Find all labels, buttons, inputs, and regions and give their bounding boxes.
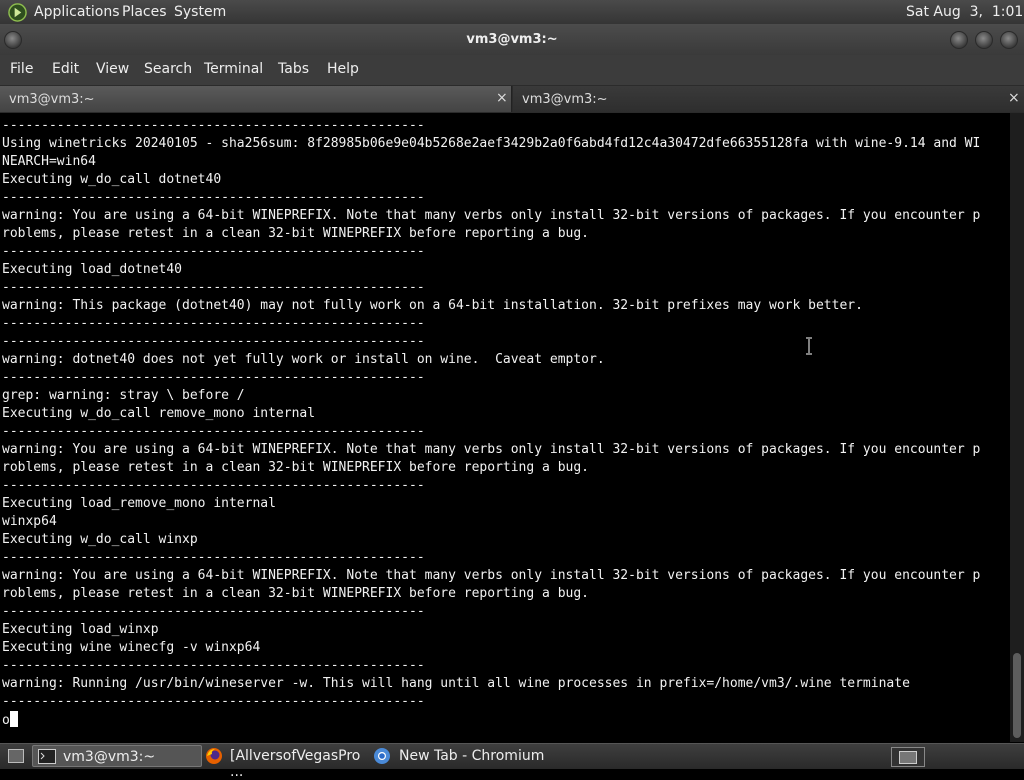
menu-view[interactable]: View	[96, 61, 129, 77]
tab-label: vm3@vm3:~	[9, 92, 95, 107]
firefox-icon	[206, 748, 222, 764]
applications-menu[interactable]: Applications	[34, 4, 120, 20]
terminal-line: ----------------------------------------…	[2, 694, 425, 709]
places-menu[interactable]: Places	[122, 4, 167, 20]
terminal-line: ----------------------------------------…	[2, 550, 425, 565]
terminal-line: Executing w_do_call remove_mono internal	[2, 406, 316, 421]
terminal-line: ----------------------------------------…	[2, 118, 425, 133]
tab-terminal-1[interactable]: vm3@vm3:~ ×	[0, 86, 512, 112]
tab-bar: vm3@vm3:~ × vm3@vm3:~ ×	[0, 85, 1024, 113]
terminal-lines: ----------------------------------------…	[2, 117, 980, 730]
terminal-line: Executing wine winecfg -v winxp64	[2, 640, 261, 655]
menu-file[interactable]: File	[10, 61, 33, 77]
terminal-line: ----------------------------------------…	[2, 658, 425, 673]
taskbar-item-terminal[interactable]: vm3@vm3:~	[32, 745, 202, 767]
terminal-line: roblems, please retest in a clean 32-bit…	[2, 460, 589, 475]
top-panel: Applications Places System Sat Aug 3, 1:…	[0, 0, 1024, 24]
window-titlebar[interactable]: vm3@vm3:~	[0, 24, 1024, 55]
taskbar-label: New Tab - Chromium	[399, 748, 545, 764]
terminal-line: roblems, please retest in a clean 32-bit…	[2, 226, 589, 241]
terminal-line: ----------------------------------------…	[2, 316, 425, 331]
terminal-line: ----------------------------------------…	[2, 244, 425, 259]
terminal-input[interactable]: o	[2, 713, 10, 728]
menu-help[interactable]: Help	[327, 61, 359, 77]
window-title: vm3@vm3:~	[466, 32, 558, 47]
menu-terminal[interactable]: Terminal	[204, 61, 263, 77]
terminal-line: ----------------------------------------…	[2, 370, 425, 385]
taskbar-label: vm3@vm3:~	[63, 749, 156, 765]
ibeam-cursor-icon	[806, 337, 812, 355]
taskbar-item-chromium[interactable]: New Tab - Chromium	[371, 745, 571, 767]
gnome-foot-icon[interactable]	[8, 3, 27, 22]
scrollbar-thumb[interactable]	[1013, 653, 1021, 738]
terminal-line: ----------------------------------------…	[2, 190, 425, 205]
workspace-switcher[interactable]	[891, 747, 925, 767]
taskbar-item-firefox[interactable]: [AllversofVegasPro ...	[203, 745, 369, 780]
menu-search[interactable]: Search	[144, 61, 192, 77]
terminal-line: roblems, please retest in a clean 32-bit…	[2, 586, 589, 601]
clock[interactable]: Sat Aug 3, 1:01 PM	[906, 4, 1024, 20]
terminal-line: ----------------------------------------…	[2, 604, 425, 619]
tab-label: vm3@vm3:~	[522, 92, 608, 107]
workspace-window-preview	[899, 751, 917, 764]
maximize-button[interactable]	[975, 31, 993, 49]
terminal-icon	[38, 749, 56, 764]
terminal-line: Executing load_dotnet40	[2, 262, 183, 277]
menu-edit[interactable]: Edit	[52, 61, 79, 77]
show-desktop-icon[interactable]	[8, 749, 24, 763]
menubar: File Edit View Search Terminal Tabs Help	[0, 55, 1024, 85]
minimize-button[interactable]	[950, 31, 968, 49]
bottom-panel: vm3@vm3:~ [AllversofVegasPro ... New Tab…	[0, 743, 1024, 780]
terminal-line: warning: dotnet40 does not yet fully wor…	[2, 352, 605, 367]
terminal-line: ----------------------------------------…	[2, 280, 425, 295]
close-button[interactable]	[1000, 31, 1018, 49]
terminal-prompt[interactable]: o	[2, 711, 980, 730]
chromium-icon	[374, 748, 390, 764]
terminal-line: ----------------------------------------…	[2, 478, 425, 493]
terminal-line: warning: Running /usr/bin/wineserver -w.…	[2, 676, 910, 691]
terminal-output[interactable]: ----------------------------------------…	[0, 113, 1010, 742]
terminal-line: ----------------------------------------…	[2, 424, 425, 439]
terminal-line: warning: You are using a 64-bit WINEPREF…	[2, 442, 981, 457]
terminal-line: Executing load_winxp	[2, 622, 159, 637]
terminal-line: Executing load_remove_mono internal	[2, 496, 276, 511]
tab-terminal-2[interactable]: vm3@vm3:~ ×	[513, 86, 1024, 112]
terminal-line: grep: warning: stray \ before /	[2, 388, 245, 403]
terminal-line: ----------------------------------------…	[2, 334, 425, 349]
system-menu[interactable]: System	[174, 4, 226, 20]
menu-tabs[interactable]: Tabs	[278, 61, 309, 77]
text-cursor	[9, 711, 18, 727]
terminal-line: NEARCH=win64	[2, 154, 96, 169]
terminal-line: Executing w_do_call winxp	[2, 532, 198, 547]
terminal-line: winxp64	[2, 514, 57, 529]
tab-close-icon[interactable]: ×	[496, 90, 508, 106]
terminal-line: Executing w_do_call dotnet40	[2, 172, 222, 187]
tab-close-icon[interactable]: ×	[1008, 90, 1020, 106]
terminal-line: warning: You are using a 64-bit WINEPREF…	[2, 208, 981, 223]
terminal-line: warning: You are using a 64-bit WINEPREF…	[2, 568, 981, 583]
terminal-line: Using winetricks 20240105 - sha256sum: 8…	[2, 136, 981, 151]
terminal-scrollbar[interactable]	[1010, 113, 1024, 742]
terminal-line: warning: This package (dotnet40) may not…	[2, 298, 863, 313]
taskbar-label: [AllversofVegasPro ...	[230, 748, 361, 780]
